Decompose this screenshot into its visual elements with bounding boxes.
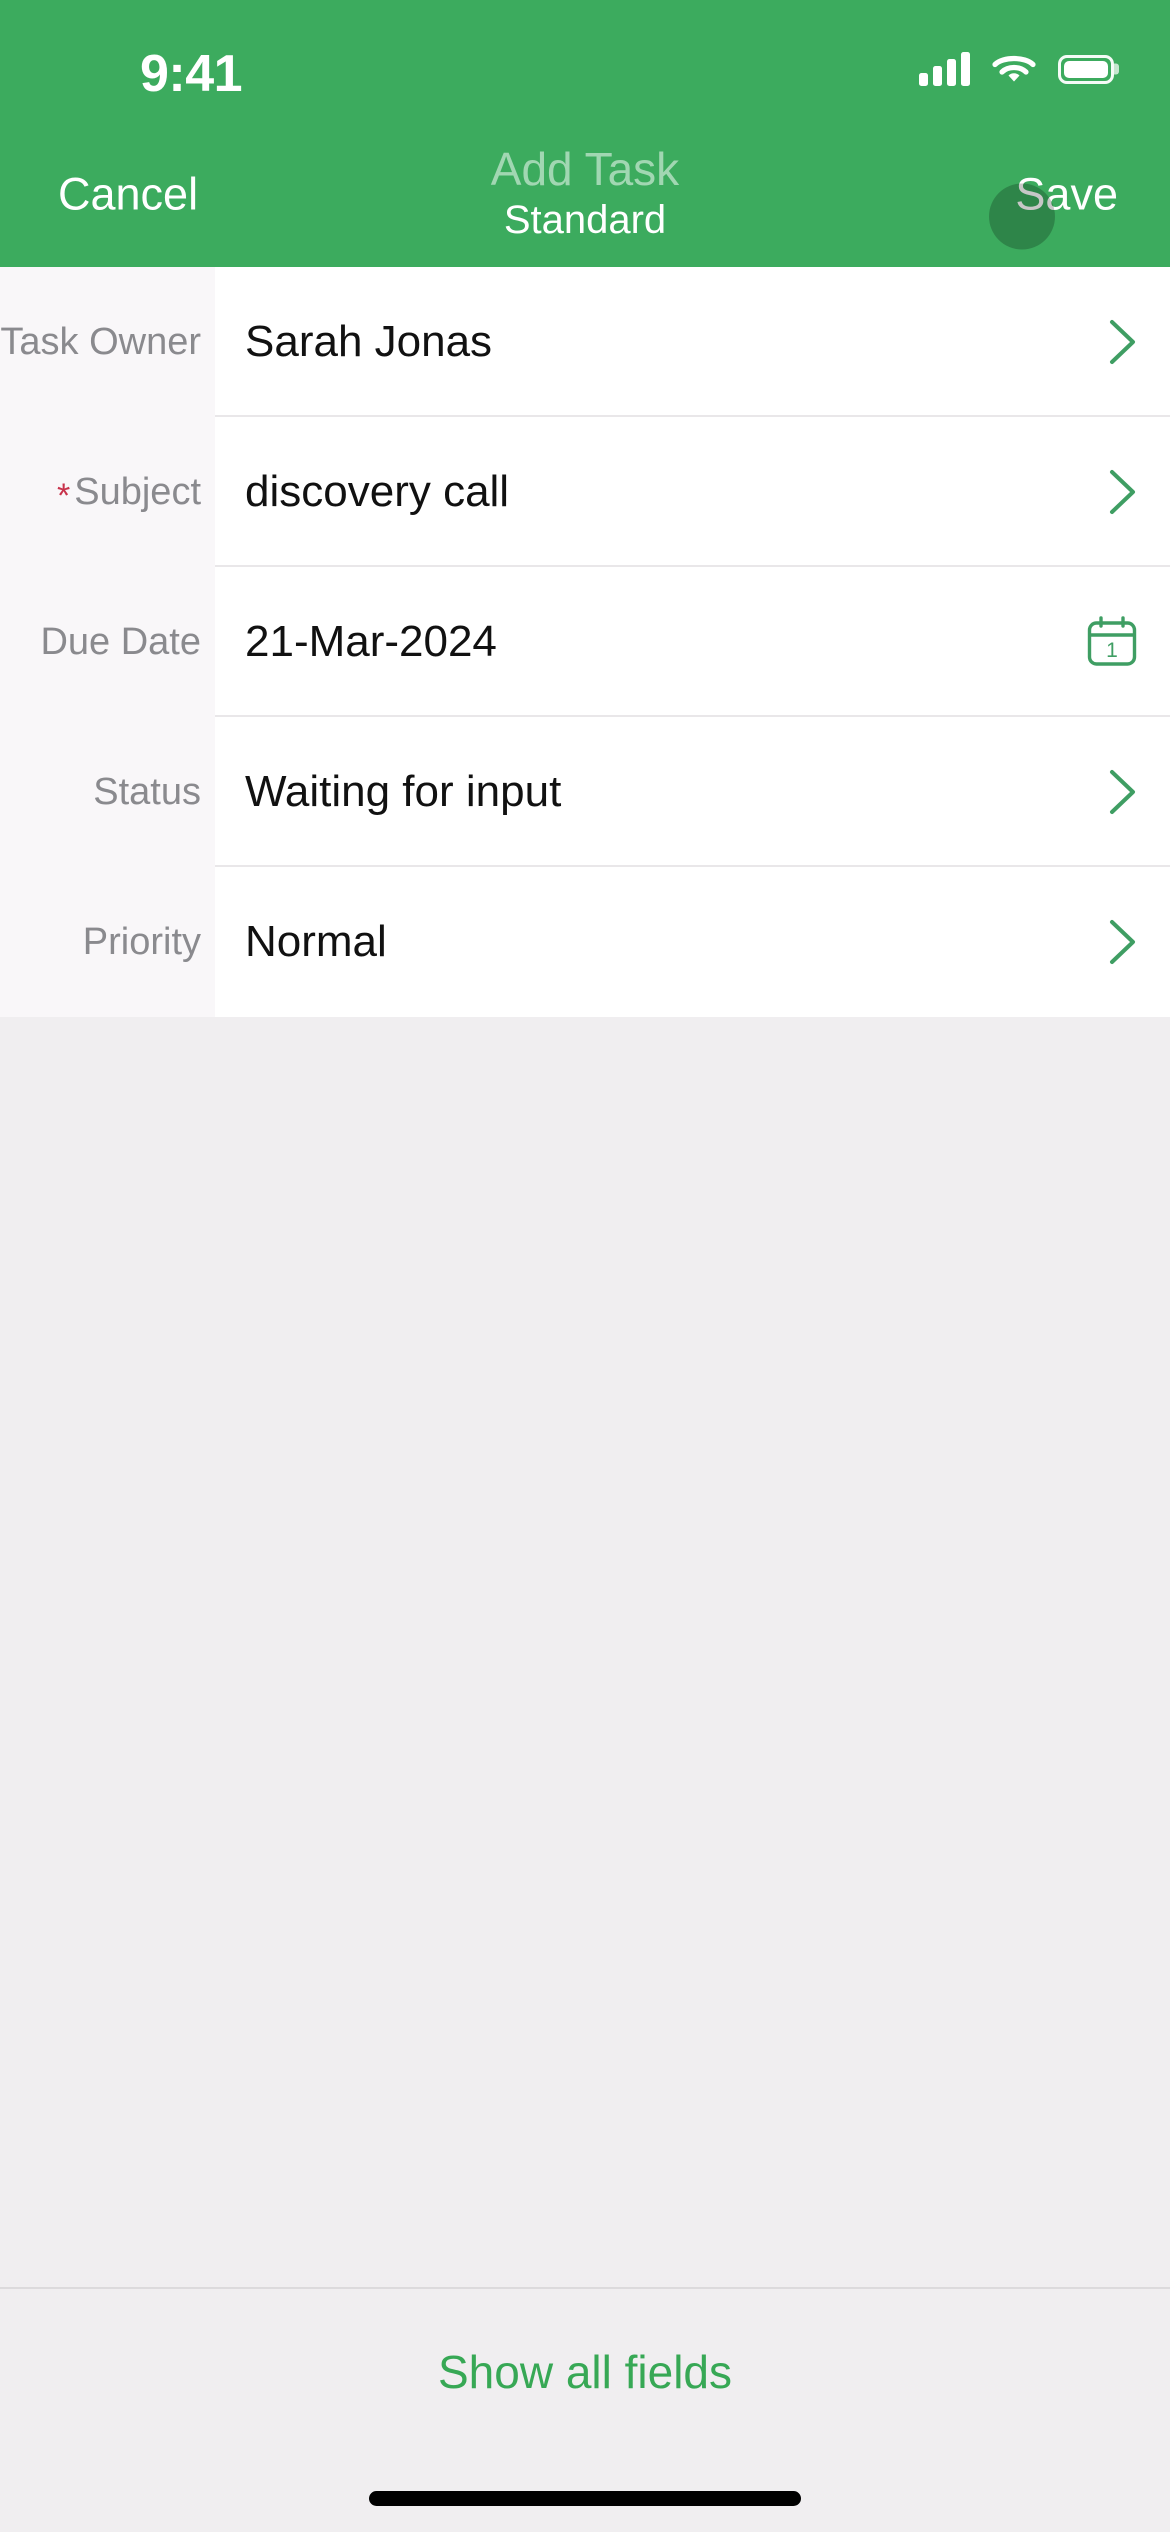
navigation-bar: Cancel Add Task Standard Save [0, 120, 1170, 267]
form-row-value-cell[interactable]: Normal [215, 867, 1170, 1017]
form-row-label: Due Date [40, 621, 201, 663]
required-field-asterisk: * [57, 477, 71, 515]
calendar-icon[interactable]: 1 [1084, 614, 1140, 670]
app-screen: 9:41 Cancel Add Task Standard Save Task … [0, 0, 1170, 2532]
form-row-label-cell: Priority [0, 867, 215, 1017]
form-row-value-cell[interactable]: Sarah Jonas [215, 267, 1170, 417]
form-row-value-cell[interactable]: 21-Mar-2024 1 [215, 567, 1170, 717]
form-row-task-owner[interactable]: Task Owner Sarah Jonas [0, 267, 1170, 417]
save-button-label: Save [1015, 168, 1118, 219]
signal-bars-icon [919, 52, 970, 86]
cancel-button[interactable]: Cancel [48, 157, 208, 230]
wifi-icon [992, 52, 1036, 86]
nav-title-block: Add Task Standard [325, 142, 845, 243]
form-row-label-cell: Status [0, 717, 215, 867]
status-bar-time: 9:41 [140, 45, 243, 103]
form-row-value: 21-Mar-2024 [245, 617, 497, 666]
form-row-value: Waiting for input [245, 767, 562, 816]
form-row-label: Subject [74, 471, 201, 513]
page-title: Add Task [490, 142, 680, 195]
chevron-right-icon [1106, 767, 1140, 817]
form-row-label-cell: Due Date [0, 567, 215, 717]
form-row-value: discovery call [245, 467, 510, 516]
form-row-status[interactable]: Status Waiting for input [0, 717, 1170, 867]
form-row-subject[interactable]: * Subject discovery call [0, 417, 1170, 567]
form-row-value: Sarah Jonas [245, 317, 493, 366]
chevron-right-icon [1106, 467, 1140, 517]
task-form: Task Owner Sarah Jonas * Subject discove… [0, 267, 1170, 1017]
footer-bar: Show all fields [0, 2287, 1170, 2532]
form-row-priority[interactable]: Priority Normal [0, 867, 1170, 1017]
chevron-right-icon [1106, 917, 1140, 967]
chevron-right-icon [1106, 317, 1140, 367]
battery-icon [1058, 54, 1114, 84]
save-button[interactable]: Save [989, 157, 1128, 249]
form-row-label: Status [93, 771, 201, 813]
form-row-due-date[interactable]: Due Date 21-Mar-2024 1 [0, 567, 1170, 717]
form-row-value-cell[interactable]: discovery call [215, 417, 1170, 567]
form-row-value-cell[interactable]: Waiting for input [215, 717, 1170, 867]
form-row-label-cell: Task Owner [0, 267, 215, 417]
empty-content-area [0, 1017, 1170, 2287]
status-bar: 9:41 [0, 0, 1170, 120]
form-row-label: Priority [82, 921, 201, 963]
green-header: 9:41 Cancel Add Task Standard Save [0, 0, 1170, 267]
page-subtitle: Standard [503, 198, 667, 243]
form-row-label: Task Owner [0, 321, 201, 363]
status-bar-icons [919, 52, 1114, 86]
show-all-fields-button[interactable]: Show all fields [414, 2337, 756, 2407]
calendar-day-number: 1 [1106, 639, 1118, 662]
form-row-label-cell: * Subject [0, 417, 215, 567]
form-row-value: Normal [245, 917, 387, 966]
home-indicator[interactable] [369, 2491, 801, 2506]
